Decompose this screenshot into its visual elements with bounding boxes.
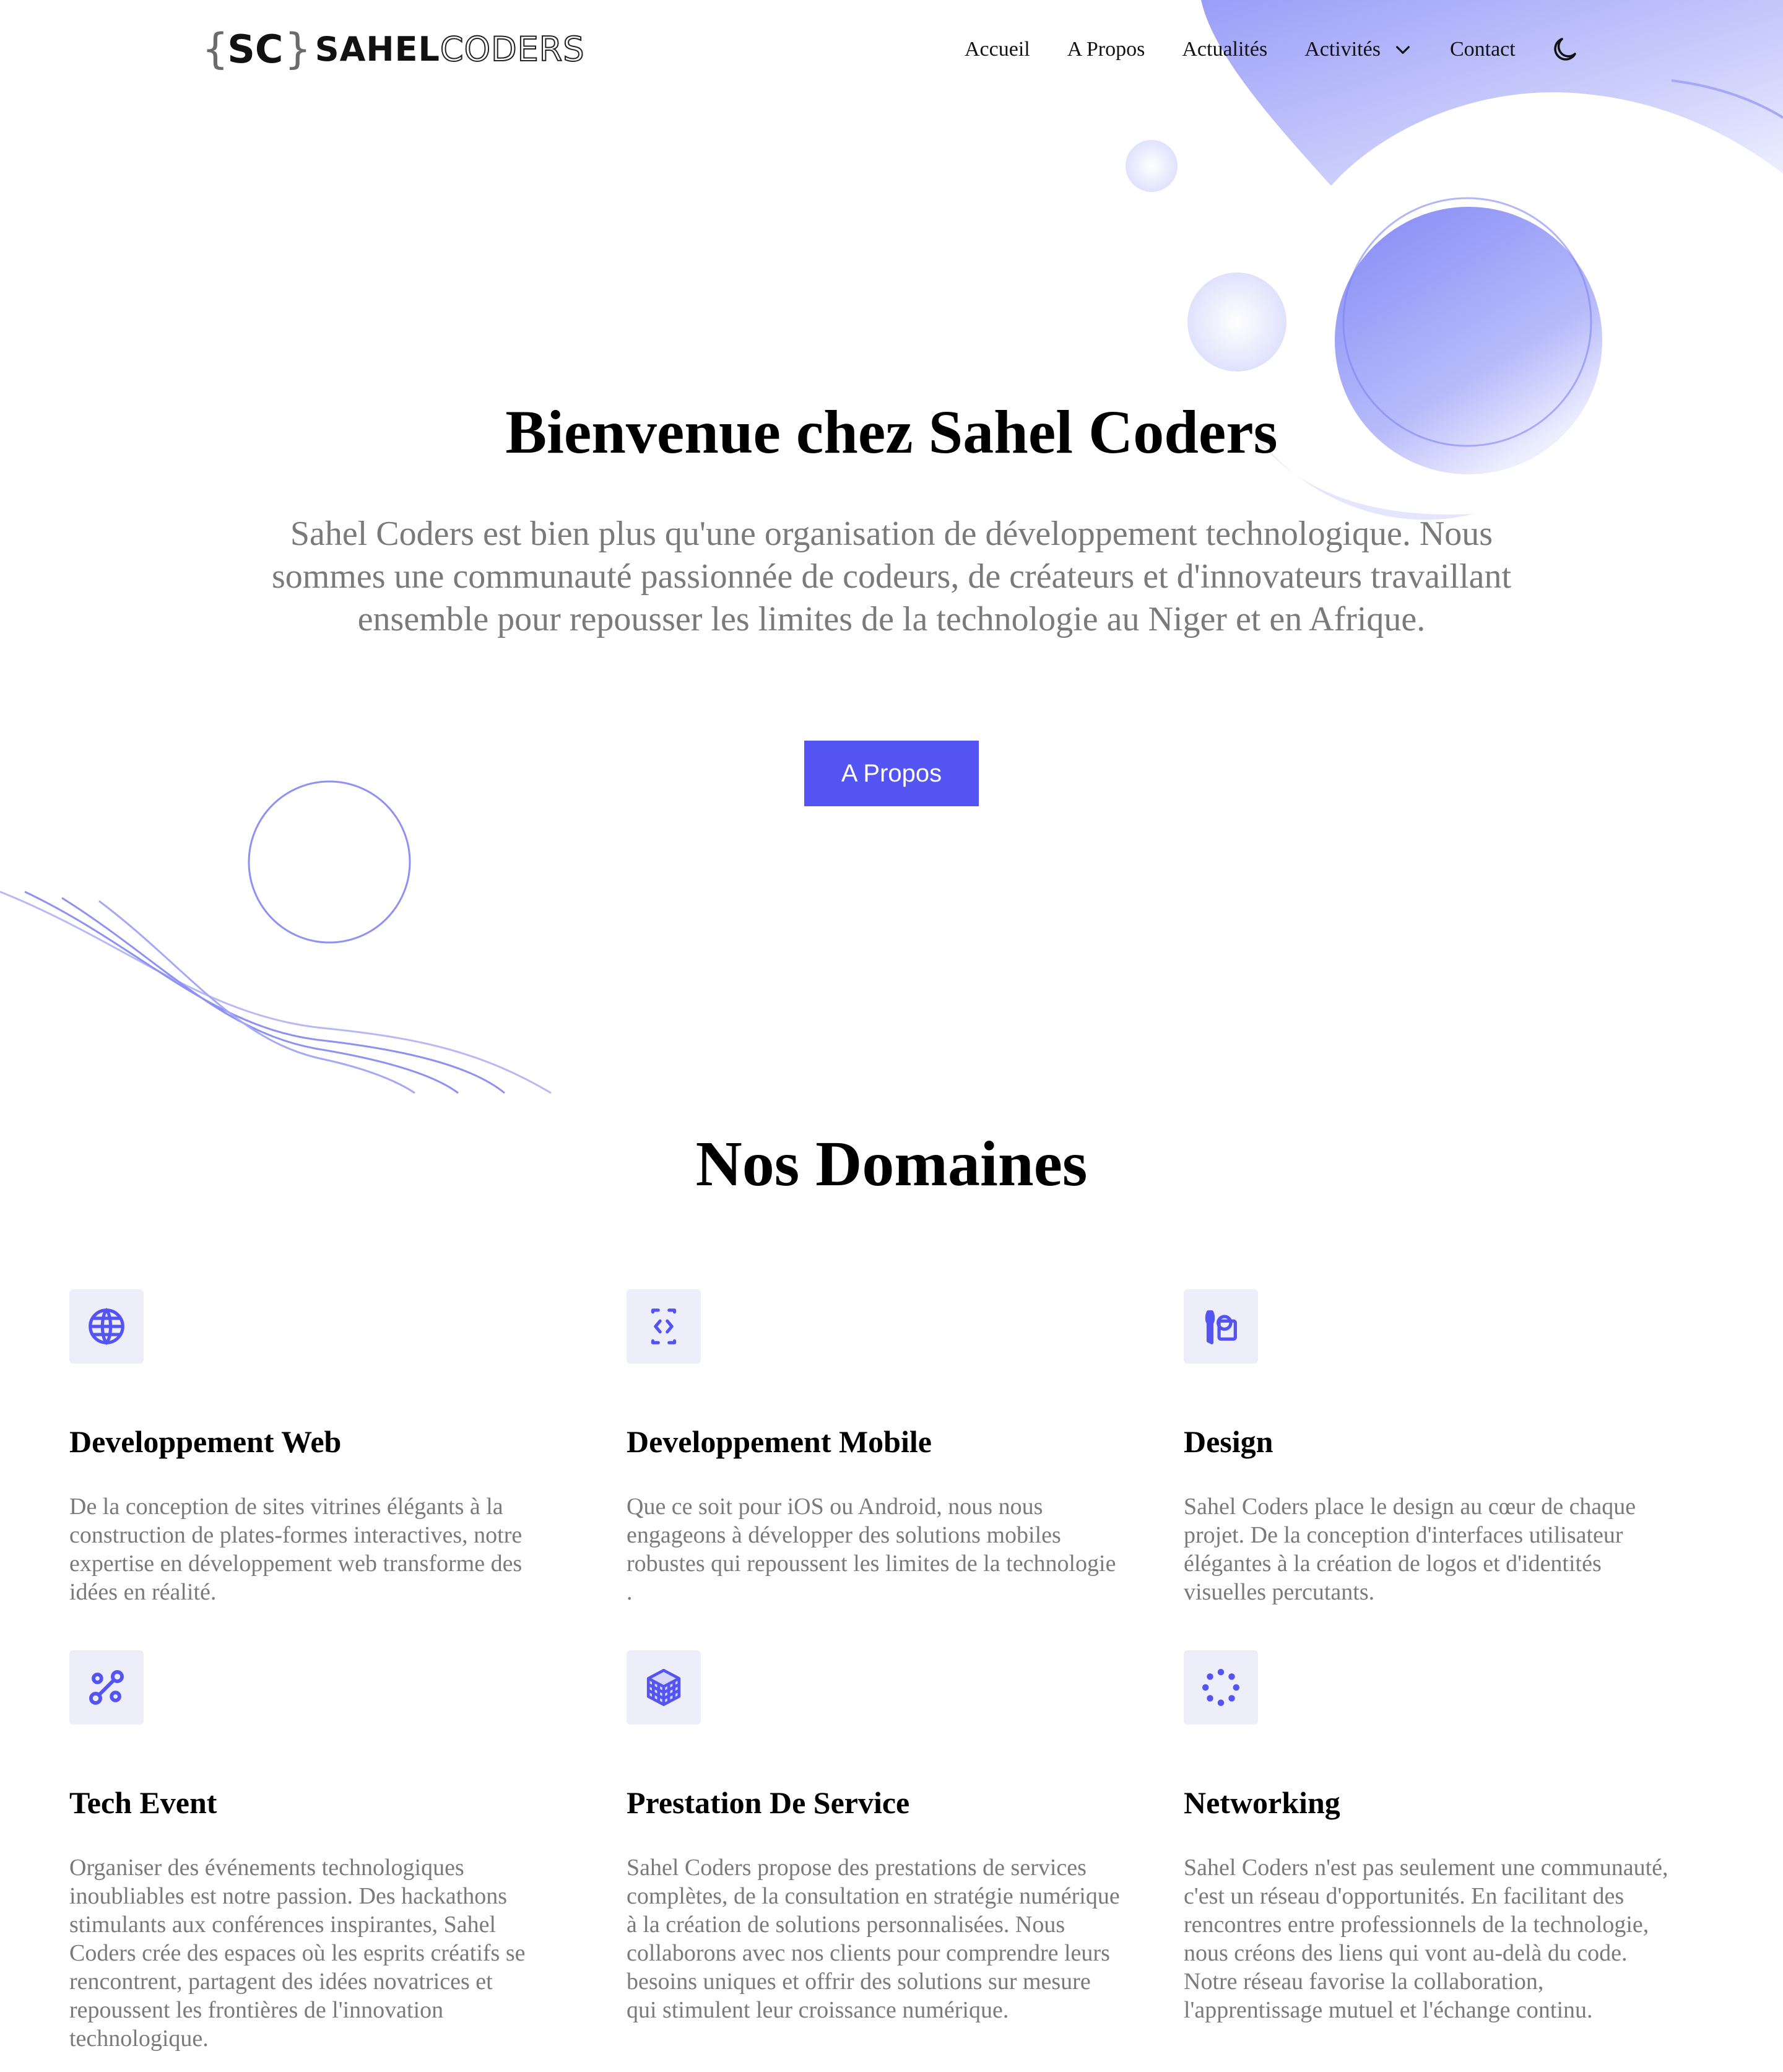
domain-card-design: Design Sahel Coders place le design au c… bbox=[1184, 1289, 1679, 1606]
network-icon bbox=[1202, 1668, 1240, 1707]
logo-word-sahel: SAHEL bbox=[315, 29, 440, 69]
domain-description: Sahel Coders n'est pas seulement une com… bbox=[1184, 1855, 1668, 2023]
nav-contact[interactable]: Contact bbox=[1450, 38, 1516, 61]
domain-description: Sahel Coders propose des prestations de … bbox=[627, 1855, 1120, 2023]
logo-mark-letters: SC bbox=[227, 26, 284, 72]
domain-title: Networking bbox=[1184, 1785, 1340, 1820]
logo-brace-close: } bbox=[284, 24, 311, 74]
chevron-down-icon bbox=[1396, 46, 1410, 54]
domain-icon-box bbox=[1184, 1289, 1258, 1364]
domain-title: Design bbox=[1184, 1424, 1273, 1459]
domain-icon-box bbox=[1184, 1650, 1258, 1725]
domain-card-web: Developpement Web De la conception de si… bbox=[69, 1289, 565, 1606]
domain-card-networking: Networking Sahel Coders n'est pas seulem… bbox=[1184, 1650, 1679, 2024]
domain-title: Tech Event bbox=[69, 1785, 217, 1820]
logo[interactable]: { SC } SAHEL CODERS bbox=[202, 21, 585, 77]
hero-title: Bienvenue chez Sahel Coders bbox=[505, 398, 1278, 466]
globe-icon bbox=[89, 1308, 124, 1345]
design-icon bbox=[1205, 1310, 1237, 1344]
domain-card-prestation: Prestation De Service Sahel Coders propo… bbox=[627, 1650, 1122, 2024]
domain-title: Prestation De Service bbox=[627, 1785, 910, 1820]
cube-icon bbox=[646, 1668, 681, 1707]
nav-actualites[interactable]: Actualités bbox=[1182, 38, 1267, 61]
domain-description: Sahel Coders place le design au cœur de … bbox=[1184, 1494, 1636, 1605]
domain-card-tech-event: Tech Event Organiser des événements tech… bbox=[69, 1650, 565, 2053]
domain-description: Que ce soit pour iOS ou Android, nous no… bbox=[627, 1494, 1116, 1605]
hero-a-propos-button[interactable]: A Propos bbox=[804, 741, 979, 806]
domain-title: Developpement Web bbox=[69, 1424, 342, 1459]
domains-section-title: Nos Domaines bbox=[695, 1128, 1088, 1199]
route-icon bbox=[89, 1670, 124, 1705]
domain-description: De la conception de sites vitrines éléga… bbox=[69, 1494, 523, 1605]
domain-description: Organiser des événements technologiques … bbox=[69, 1855, 526, 2052]
nav-accueil[interactable]: Accueil bbox=[965, 38, 1030, 61]
logo-word-coders: CODERS bbox=[440, 29, 585, 69]
domain-icon-box bbox=[627, 1289, 701, 1364]
nav-activites-label: Activités bbox=[1304, 38, 1381, 61]
nav-a-propos[interactable]: A Propos bbox=[1067, 38, 1145, 61]
logo-brace-open: { bbox=[202, 24, 228, 74]
hero-description: Sahel Coders est bien plus qu'une organi… bbox=[271, 515, 1512, 638]
domain-icon-box bbox=[627, 1650, 701, 1725]
domain-icon-box bbox=[69, 1650, 144, 1725]
main-nav: Accueil A Propos Actualités Activités Co… bbox=[965, 30, 1580, 69]
domain-card-mobile: Developpement Mobile Que ce soit pour iO… bbox=[627, 1289, 1122, 1606]
domain-icon-box bbox=[69, 1289, 144, 1364]
domain-title: Developpement Mobile bbox=[627, 1424, 932, 1459]
dark-mode-toggle-moon-icon[interactable] bbox=[1550, 35, 1580, 64]
page: { SC } SAHEL CODERS Accueil A Propos Act… bbox=[0, 0, 1783, 2072]
nav-activites[interactable]: Activités bbox=[1304, 38, 1413, 61]
code-icon bbox=[651, 1308, 677, 1344]
